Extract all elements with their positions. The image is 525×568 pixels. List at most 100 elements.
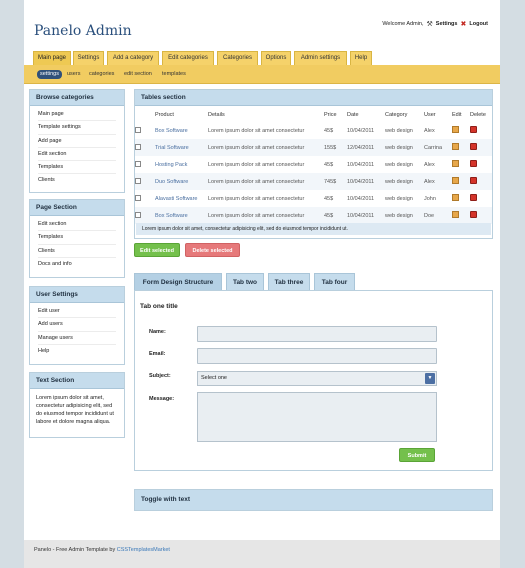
col-delete: Delete <box>470 111 486 118</box>
delete-icon[interactable] <box>470 160 477 167</box>
sidebar-item-clients[interactable]: Clients <box>38 174 116 186</box>
sub-nav: settings users categories edit section t… <box>24 65 500 84</box>
tab-two[interactable]: Tab two <box>226 273 264 291</box>
user-cell: Alex <box>424 127 435 134</box>
sidebar-item-manage-users[interactable]: Manage users <box>38 332 116 345</box>
settings-link[interactable]: Settings <box>436 21 458 27</box>
product-cell: Alavasti Software <box>155 195 198 202</box>
subject-select[interactable]: Select one ▼ <box>197 371 437 386</box>
row-checkbox[interactable] <box>135 211 141 218</box>
tab-admin-settings[interactable]: Admin settings <box>294 51 347 65</box>
tools-icon: ⚒ <box>426 21 433 28</box>
table-row: Box Software Lorem ipsum dolor sit amet c… <box>135 207 492 224</box>
category-cell: web design <box>385 173 424 190</box>
name-field[interactable] <box>197 326 437 342</box>
sidebar-item-docs[interactable]: Docs and info <box>38 258 116 270</box>
col-edit: Edit <box>452 111 462 118</box>
edit-selected-button[interactable]: Edit selected <box>134 243 180 257</box>
row-checkbox[interactable] <box>135 194 141 201</box>
table-row: Hosting Pack Lorem ipsum dolor sit amet c… <box>135 156 492 173</box>
delete-icon[interactable] <box>470 211 477 218</box>
email-label: Email: <box>149 351 166 357</box>
sidebar-item-help[interactable]: Help <box>38 345 116 357</box>
tab-options[interactable]: Options <box>261 51 291 65</box>
form-panel: Tab one title Name: Email: Subject: Sele… <box>134 290 493 471</box>
data-table: Product Details Price Date Category User… <box>135 107 492 224</box>
submit-button[interactable]: Submit <box>399 448 435 462</box>
toggle-box[interactable]: Toggle with text <box>134 489 493 511</box>
category-cell: web design <box>385 139 424 156</box>
row-checkbox[interactable] <box>135 160 141 167</box>
price-cell: 45$ <box>324 195 334 202</box>
subtab-categories[interactable]: categories <box>89 70 114 79</box>
price-cell: 45$ <box>324 161 334 168</box>
table-footer-note: Lorem ipsum dolor sit amet, consectetur … <box>136 223 491 235</box>
subtab-settings[interactable]: settings <box>37 70 62 79</box>
delete-icon[interactable] <box>470 126 477 133</box>
delete-selected-button[interactable]: Delete selected <box>185 243 240 257</box>
category-cell: web design <box>385 207 424 224</box>
welcome-text: Welcome Admin, <box>382 21 424 27</box>
row-checkbox[interactable] <box>135 177 141 184</box>
details-cell: Lorem ipsum dolor sit amet consectetur <box>208 139 324 156</box>
edit-icon[interactable] <box>452 143 459 150</box>
tab-settings[interactable]: Settings <box>73 51 104 65</box>
sidebar-item-clients[interactable]: Clients <box>38 245 116 258</box>
subtab-edit-section[interactable]: edit section <box>124 70 152 79</box>
footer-text: Panelo - Free Admin Template by <box>34 547 117 553</box>
user-cell: John <box>424 195 436 202</box>
tab-edit-categories[interactable]: Edit categories <box>162 51 214 65</box>
edit-icon[interactable] <box>452 177 459 184</box>
message-textarea[interactable] <box>197 392 437 442</box>
tab-categories[interactable]: Categories <box>217 51 258 65</box>
tab-three[interactable]: Tab three <box>268 273 310 291</box>
tab-main-page[interactable]: Main page <box>33 51 71 65</box>
row-checkbox[interactable] <box>135 126 141 133</box>
sidebar-item-edit-user[interactable]: Edit user <box>38 305 116 319</box>
sidebar-item-templates[interactable]: Templates <box>38 161 116 175</box>
delete-icon[interactable] <box>470 194 477 201</box>
footer: Panelo - Free Admin Template by CSSTempl… <box>24 540 500 568</box>
row-checkbox[interactable] <box>135 143 141 150</box>
subtab-templates[interactable]: templates <box>162 70 186 79</box>
user-cell: Alex <box>424 161 435 168</box>
tab-form-design[interactable]: Form Design Structure <box>134 273 222 291</box>
sidebar-item-main-page[interactable]: Main page <box>38 108 116 122</box>
sidebar-item-templates[interactable]: Templates <box>38 231 116 245</box>
date-cell: 10/04/2011 <box>347 127 375 134</box>
date-cell: 10/04/2011 <box>347 207 385 224</box>
details-cell: Lorem ipsum dolor sit amet consectetur <box>208 173 324 190</box>
edit-icon[interactable] <box>452 160 459 167</box>
category-cell: web design <box>385 195 413 202</box>
edit-icon[interactable] <box>452 126 459 133</box>
text-section-box: Text Section Lorem ipsum dolor sit amet,… <box>29 372 125 438</box>
email-field[interactable] <box>197 348 437 364</box>
subject-label: Subject: <box>149 373 171 379</box>
col-price: Price <box>324 111 337 118</box>
sidebar-item-edit-section[interactable]: Edit section <box>38 218 116 232</box>
box-title: Browse categories <box>30 90 124 106</box>
edit-icon[interactable] <box>452 211 459 218</box>
tab-help[interactable]: Help <box>350 51 372 65</box>
product-cell: Box Software <box>155 127 188 134</box>
logo: Panelo Admin <box>34 23 132 39</box>
details-cell: Lorem ipsum dolor sit amet consectetur <box>208 195 305 202</box>
product-cell: Box Software <box>155 207 208 224</box>
delete-icon[interactable] <box>470 177 477 184</box>
delete-icon[interactable] <box>470 143 477 150</box>
sidebar-item-add-users[interactable]: Add users <box>38 318 116 332</box>
col-date: Date <box>347 111 359 118</box>
edit-icon[interactable] <box>452 194 459 201</box>
sidebar-item-template-settings[interactable]: Template settings <box>38 121 116 135</box>
tab-add-category[interactable]: Add a category <box>107 51 159 65</box>
sidebar-item-edit-section[interactable]: Edit section <box>38 148 116 162</box>
logout-link[interactable]: Logout <box>469 21 488 27</box>
price-cell: 745$ <box>324 173 347 190</box>
col-category: Category <box>385 111 408 118</box>
footer-link[interactable]: CSSTemplatesMarket <box>117 547 170 553</box>
sidebar-item-add-page[interactable]: Add page <box>38 135 116 148</box>
table-row: Box Software Lorem ipsum dolor sit amet c… <box>135 122 492 139</box>
tab-four[interactable]: Tab four <box>314 273 355 291</box>
page: Panelo Admin Welcome Admin, ⚒ Settings ✖… <box>24 0 500 568</box>
subtab-users[interactable]: users <box>67 70 80 79</box>
